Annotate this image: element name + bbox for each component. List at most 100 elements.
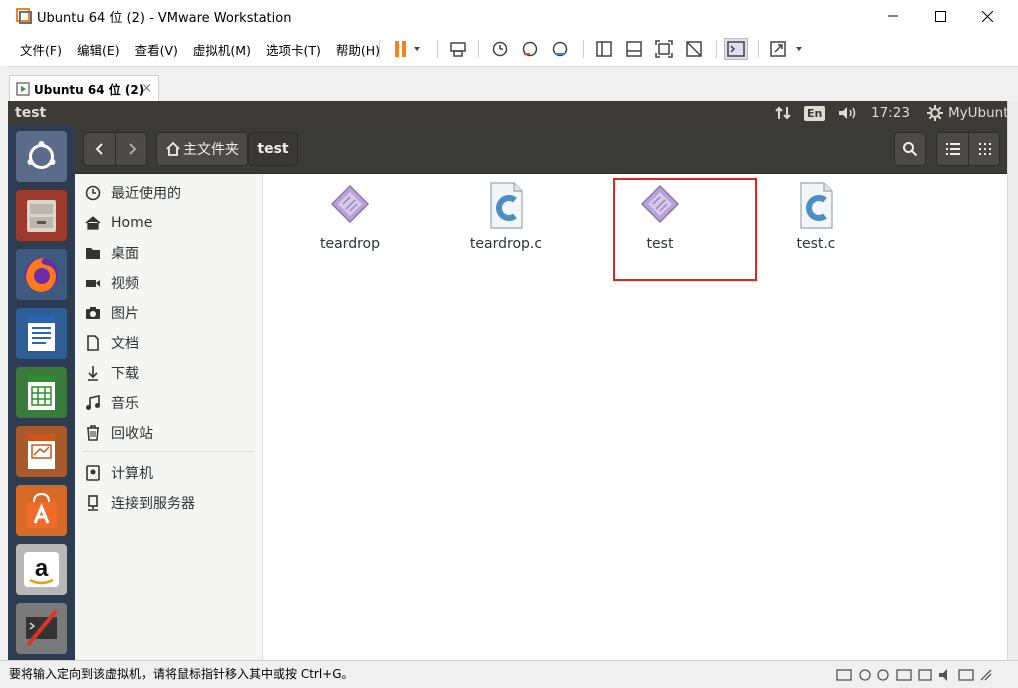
sidebar-item-music[interactable]: 音乐 xyxy=(75,388,263,418)
c-source-file-icon xyxy=(490,182,523,229)
music-icon xyxy=(86,395,100,410)
thumbnail-bar-button[interactable] xyxy=(622,38,646,60)
sidebar-item-label: 桌面 xyxy=(111,246,139,262)
unity-icon xyxy=(686,41,702,57)
places-sidebar: 最近使用的 Home 桌面 视频 图片 文档 下载 音乐 回收站 计算机 连接到… xyxy=(75,174,263,660)
sound-indicator[interactable] xyxy=(837,101,859,125)
tab-close-button[interactable]: × xyxy=(141,81,152,96)
maximize-button[interactable] xyxy=(917,0,963,32)
sidebar-item-label: 回收站 xyxy=(111,426,153,442)
status-text: 要将输入定向到该虚拟机，请将鼠标指针移入其中或按 Ctrl+G。 xyxy=(9,667,354,681)
sidebar-item-pictures[interactable]: 图片 xyxy=(75,298,263,328)
launcher-files[interactable] xyxy=(16,190,67,241)
forward-button[interactable] xyxy=(116,133,148,165)
calc-icon xyxy=(28,375,55,410)
file-name: test.c xyxy=(796,236,836,252)
snapshot-button[interactable] xyxy=(488,38,512,60)
clock-icon xyxy=(85,185,101,201)
grid-view-button[interactable] xyxy=(969,133,1001,165)
vm-tab-icon xyxy=(16,82,30,96)
snapshot-icon xyxy=(492,41,508,57)
network-indicator[interactable] xyxy=(774,101,792,125)
file-cabinet-icon xyxy=(27,200,56,232)
close-button[interactable] xyxy=(964,0,1010,32)
launcher-calc[interactable] xyxy=(16,367,67,418)
menu-help[interactable]: 帮助(H) xyxy=(336,40,380,59)
keyboard-layout: En xyxy=(804,105,826,121)
sidebar-item-recent[interactable]: 最近使用的 xyxy=(75,178,263,208)
session-menu[interactable]: MyUbunt xyxy=(926,101,1009,125)
path-home-label: 主文件夹 xyxy=(183,142,239,158)
sidebar-item-connect-server[interactable]: 连接到服务器 xyxy=(75,488,263,518)
sidebar-item-home[interactable]: Home xyxy=(75,208,263,238)
sidebar-item-documents[interactable]: 文档 xyxy=(75,328,263,358)
send-ctrl-alt-del-button[interactable] xyxy=(446,38,470,60)
video-icon xyxy=(86,280,100,287)
toolbar-separator xyxy=(437,40,438,58)
window-title: Ubuntu 64 位 (2) - VMware Workstation xyxy=(37,10,292,26)
file-item-teardrop-c[interactable]: teardrop.c xyxy=(446,182,566,252)
close-icon xyxy=(981,10,993,22)
document-icon xyxy=(87,335,99,351)
tab-label: Ubuntu 64 位 (2) xyxy=(34,82,145,97)
sidebar-item-videos[interactable]: 视频 xyxy=(75,268,263,298)
shopping-bag-icon xyxy=(26,492,57,528)
chevron-left-icon xyxy=(95,143,103,155)
sidebar-item-desktop[interactable]: 桌面 xyxy=(75,238,263,268)
menu-edit[interactable]: 编辑(E) xyxy=(77,40,120,59)
maximize-icon xyxy=(934,10,946,22)
sidebar-item-downloads[interactable]: 下载 xyxy=(75,358,263,388)
left-edge xyxy=(0,66,8,682)
menu-view[interactable]: 查看(V) xyxy=(135,40,178,59)
file-item-teardrop[interactable]: teardrop xyxy=(290,182,410,252)
minimize-button[interactable] xyxy=(870,0,916,32)
title-bar: Ubuntu 64 位 (2) - VMware Workstation xyxy=(0,0,1018,32)
launcher-firefox[interactable] xyxy=(16,249,67,300)
launcher-impress[interactable] xyxy=(16,426,67,477)
terminal-icon xyxy=(727,41,745,57)
firefox-icon xyxy=(24,258,59,292)
keyboard-send-icon xyxy=(450,42,466,57)
launcher-system-settings[interactable] xyxy=(16,603,67,654)
unity-button[interactable] xyxy=(682,38,706,60)
path-current-button[interactable]: test xyxy=(248,132,298,166)
revert-snapshot-button[interactable] xyxy=(518,38,542,60)
library-icon xyxy=(596,41,612,57)
sidebar-item-label: 下载 xyxy=(111,366,139,382)
impress-icon xyxy=(28,434,55,469)
launcher-dash[interactable] xyxy=(16,131,67,182)
snapshot-manager-button[interactable] xyxy=(548,38,572,60)
show-library-button[interactable] xyxy=(592,38,616,60)
tab-ubuntu[interactable]: Ubuntu 64 位 (2) × xyxy=(9,75,159,102)
launcher-amazon[interactable]: a xyxy=(16,544,67,595)
console-view-button[interactable] xyxy=(724,38,748,60)
sidebar-item-trash[interactable]: 回收站 xyxy=(75,418,263,448)
toolbar-separator xyxy=(379,40,380,58)
grid-view-icon xyxy=(979,143,991,155)
history-nav xyxy=(83,132,147,166)
status-bar: 要将输入定向到该虚拟机，请将鼠标指针移入其中或按 Ctrl+G。 xyxy=(0,660,1018,688)
menu-vm[interactable]: 虚拟机(M) xyxy=(193,40,251,59)
menu-file[interactable]: 文件(F) xyxy=(20,40,62,59)
active-window-title: test xyxy=(15,105,47,121)
right-edge xyxy=(1007,101,1018,660)
stretch-button[interactable] xyxy=(768,38,804,60)
toolbar-separator xyxy=(478,40,479,58)
c-source-file-icon xyxy=(800,182,833,229)
launcher-writer[interactable] xyxy=(16,308,67,359)
pause-button[interactable] xyxy=(388,38,424,60)
highlight-box xyxy=(613,178,757,281)
folder-icon xyxy=(86,248,100,259)
path-home-button[interactable]: 主文件夹 xyxy=(156,132,248,166)
search-button[interactable] xyxy=(894,132,926,166)
file-item-test-c[interactable]: test.c xyxy=(756,182,876,252)
launcher-software-center[interactable] xyxy=(16,485,67,536)
full-screen-button[interactable] xyxy=(652,38,676,60)
back-button[interactable] xyxy=(84,133,116,165)
keyboard-indicator[interactable]: En xyxy=(804,101,826,125)
sidebar-item-computer[interactable]: 计算机 xyxy=(75,458,263,488)
clock[interactable]: 17:23 xyxy=(871,101,910,125)
list-view-button[interactable] xyxy=(937,133,969,165)
menu-tabs[interactable]: 选项卡(T) xyxy=(266,40,321,59)
gear-icon xyxy=(927,105,943,121)
